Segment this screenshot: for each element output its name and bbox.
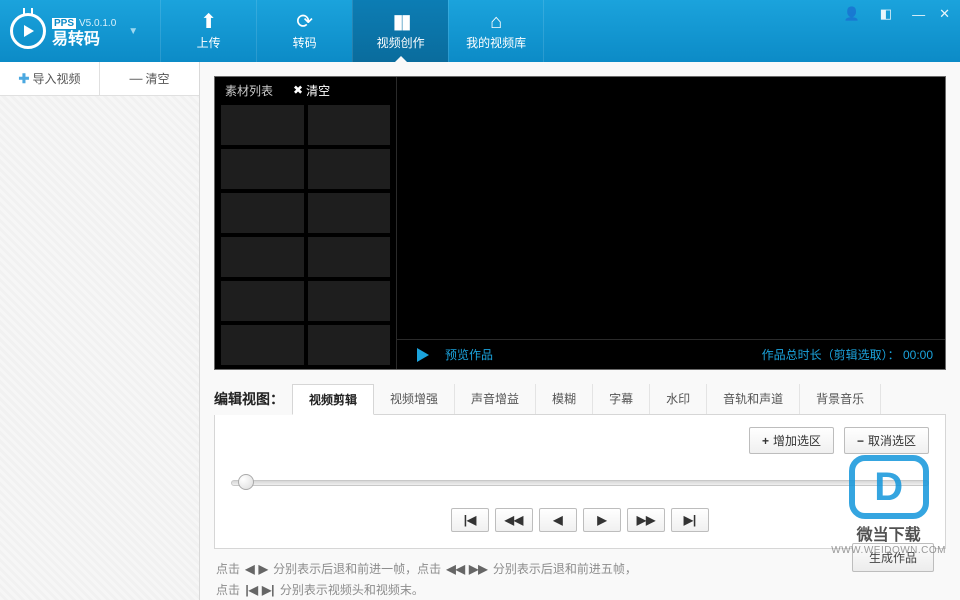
add-selection-button[interactable]: +增加选区 <box>749 427 834 454</box>
app-version: V5.0.1.0 <box>79 18 116 29</box>
cancel-selection-button[interactable]: −取消选区 <box>844 427 929 454</box>
material-slot[interactable] <box>308 193 391 233</box>
fwd-5-button[interactable]: ▶▶ <box>627 508 665 532</box>
nav-convert[interactable]: 转码 <box>256 0 352 62</box>
material-slot[interactable] <box>308 237 391 277</box>
close-icon: ✖ <box>293 83 303 97</box>
add-selection-label: 增加选区 <box>773 432 821 449</box>
material-list-label: 素材列表 <box>215 82 283 99</box>
import-label: 导入视频 <box>32 70 80 87</box>
hint-text: 点击 ◀▶ 分别表示后退和前进一帧，点击 ◀◀▶▶ 分别表示后退和前进五帧， 点… <box>214 559 946 600</box>
convert-icon <box>296 12 313 32</box>
material-clear-button[interactable]: ✖ 清空 <box>283 82 340 99</box>
material-slot[interactable] <box>221 105 304 145</box>
minimize-button[interactable]: — <box>912 7 925 22</box>
timeline-thumb[interactable] <box>238 474 254 490</box>
material-slot[interactable] <box>221 325 304 365</box>
material-slot[interactable] <box>308 325 391 365</box>
tab-audio-gain[interactable]: 声音增益 <box>455 384 536 414</box>
material-slot[interactable] <box>308 281 391 321</box>
generate-button[interactable]: 生成作品 <box>852 543 934 572</box>
sidebar-clear-button[interactable]: — 清空 <box>100 62 199 95</box>
tab-bgm[interactable]: 背景音乐 <box>800 384 881 414</box>
minus-icon: — <box>129 71 142 86</box>
fwd-1-button[interactable]: ▶ <box>583 508 621 532</box>
app-pps-badge: PPS <box>52 18 76 29</box>
go-start-button[interactable]: |◀ <box>451 508 489 532</box>
upload-icon <box>200 12 217 32</box>
material-panel: 素材列表 ✖ 清空 <box>215 77 397 369</box>
material-slot[interactable] <box>221 237 304 277</box>
nav-library[interactable]: 我的视频库 <box>448 0 544 62</box>
home-icon <box>490 12 502 32</box>
plus-icon: ✚ <box>19 71 30 87</box>
app-logo-area[interactable]: PPSV5.0.1.0 易转码 ▼ <box>0 0 152 62</box>
user-icon[interactable]: 👤 <box>844 6 860 22</box>
nav-create-label: 视频创作 <box>377 34 425 51</box>
total-duration-value: 00:00 <box>903 348 933 362</box>
app-menu-caret-icon[interactable]: ▼ <box>128 26 138 37</box>
material-slot[interactable] <box>221 149 304 189</box>
close-button[interactable]: ✕ <box>939 6 950 22</box>
play-button[interactable] <box>417 348 429 362</box>
tab-subtitle[interactable]: 字幕 <box>593 384 650 414</box>
material-slot[interactable] <box>308 149 391 189</box>
nav-upload-label: 上传 <box>197 34 221 51</box>
tab-track[interactable]: 音轨和声道 <box>707 384 800 414</box>
sidebar-clear-label: 清空 <box>145 70 169 87</box>
edit-tabs: 视频剪辑 视频增强 声音增益 模糊 字幕 水印 音轨和声道 背景音乐 <box>292 384 946 415</box>
edit-view-label: 编辑视图： <box>214 389 284 409</box>
tab-clip[interactable]: 视频剪辑 <box>292 384 374 415</box>
material-slot[interactable] <box>221 193 304 233</box>
material-slot[interactable] <box>221 281 304 321</box>
stage: 素材列表 ✖ 清空 <box>214 76 946 370</box>
tab-enhance[interactable]: 视频增强 <box>374 384 455 414</box>
material-clear-label: 清空 <box>306 82 330 99</box>
preview-panel: 预览作品 作品总时长（剪辑选取）： 00:00 <box>397 77 945 369</box>
app-logo-icon <box>10 13 46 49</box>
tab-watermark[interactable]: 水印 <box>650 384 707 414</box>
cancel-selection-label: 取消选区 <box>868 432 916 449</box>
total-duration-label: 作品总时长（剪辑选取）： <box>762 348 900 362</box>
nav-convert-label: 转码 <box>293 34 317 51</box>
film-icon <box>393 12 409 32</box>
import-video-button[interactable]: ✚ 导入视频 <box>0 62 100 95</box>
nav-library-label: 我的视频库 <box>466 34 526 51</box>
preview-canvas <box>397 77 945 339</box>
sidebar: ✚ 导入视频 — 清空 <box>0 62 200 600</box>
timeline-slider[interactable] <box>231 480 929 486</box>
nav-upload[interactable]: 上传 <box>160 0 256 62</box>
tab-blur[interactable]: 模糊 <box>536 384 593 414</box>
material-slot[interactable] <box>308 105 391 145</box>
preview-work-button[interactable]: 预览作品 <box>445 346 493 363</box>
nav-create[interactable]: 视频创作 <box>352 0 448 62</box>
back-5-button[interactable]: ◀◀ <box>495 508 533 532</box>
back-1-button[interactable]: ◀ <box>539 508 577 532</box>
app-name: 易转码 <box>52 31 116 49</box>
go-end-button[interactable]: ▶| <box>671 508 709 532</box>
feedback-icon[interactable]: ◧ <box>880 6 892 22</box>
